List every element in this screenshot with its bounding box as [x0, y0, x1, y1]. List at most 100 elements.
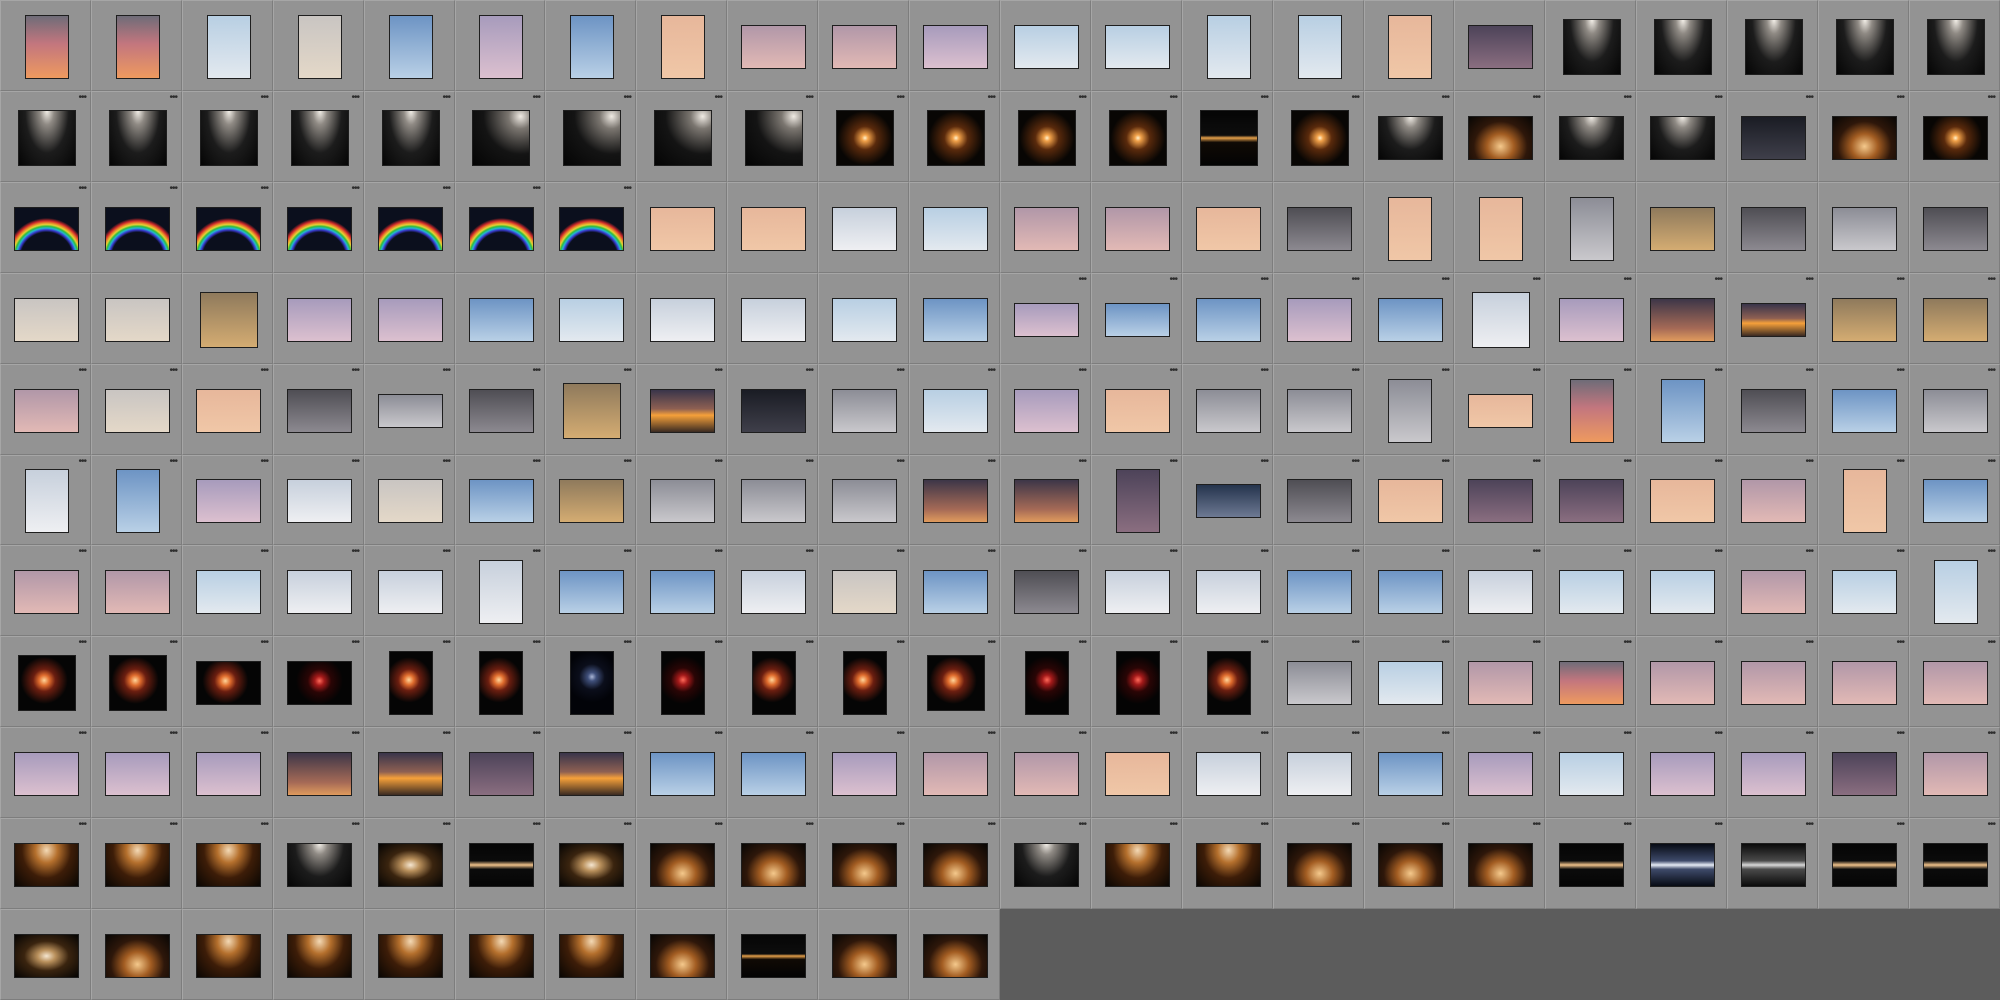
thumbnail-cell[interactable]: •••: [0, 91, 91, 182]
more-options-icon[interactable]: •••: [623, 638, 631, 648]
thumbnail-image[interactable]: [1923, 479, 1988, 523]
more-options-icon[interactable]: •••: [1805, 638, 1813, 648]
thumbnail-image[interactable]: [287, 479, 352, 523]
thumbnail-image[interactable]: [14, 207, 79, 251]
thumbnail-cell[interactable]: •••: [545, 727, 636, 818]
thumbnail-cell[interactable]: •••: [1454, 636, 1545, 727]
thumbnail-cell[interactable]: •••: [1545, 636, 1636, 727]
thumbnail-cell[interactable]: •••: [1545, 91, 1636, 182]
thumbnail-cell[interactable]: •••: [1091, 91, 1182, 182]
thumbnail-image[interactable]: [1832, 570, 1897, 614]
thumbnail-image[interactable]: [469, 934, 534, 978]
thumbnail-image[interactable]: [650, 207, 715, 251]
thumbnail-cell[interactable]: [818, 273, 909, 364]
thumbnail-image[interactable]: [650, 934, 715, 978]
thumbnail-cell[interactable]: [1000, 0, 1091, 91]
thumbnail-image[interactable]: [1832, 116, 1897, 160]
thumbnail-image[interactable]: [1563, 19, 1621, 75]
thumbnail-cell[interactable]: •••: [1182, 636, 1273, 727]
thumbnail-cell[interactable]: •••: [545, 91, 636, 182]
thumbnail-image[interactable]: [196, 661, 261, 705]
thumbnail-cell[interactable]: •••: [273, 818, 364, 909]
thumbnail-image[interactable]: [654, 110, 712, 166]
more-options-icon[interactable]: •••: [1078, 547, 1086, 557]
thumbnail-cell[interactable]: •••: [1454, 273, 1545, 364]
thumbnail-image[interactable]: [14, 934, 79, 978]
thumbnail-image[interactable]: [109, 110, 167, 166]
more-options-icon[interactable]: •••: [442, 457, 450, 467]
more-options-icon[interactable]: •••: [1441, 366, 1449, 376]
thumbnail-cell[interactable]: •••: [1454, 91, 1545, 182]
thumbnail-image[interactable]: [1287, 570, 1352, 614]
more-options-icon[interactable]: •••: [169, 184, 177, 194]
more-options-icon[interactable]: •••: [78, 184, 86, 194]
thumbnail-cell[interactable]: •••: [636, 364, 727, 455]
thumbnail-image[interactable]: [1923, 207, 1988, 251]
more-options-icon[interactable]: •••: [1987, 93, 1995, 103]
thumbnail-image[interactable]: [1923, 116, 1988, 160]
thumbnail-image[interactable]: [1468, 843, 1533, 887]
thumbnail-image[interactable]: [389, 15, 433, 79]
thumbnail-cell[interactable]: •••: [1727, 364, 1818, 455]
more-options-icon[interactable]: •••: [623, 547, 631, 557]
more-options-icon[interactable]: •••: [1532, 547, 1540, 557]
thumbnail-cell[interactable]: [1454, 182, 1545, 273]
thumbnail-image[interactable]: [1559, 298, 1624, 342]
thumbnail-cell[interactable]: •••: [1000, 455, 1091, 545]
thumbnail-image[interactable]: [200, 110, 258, 166]
more-options-icon[interactable]: •••: [260, 457, 268, 467]
more-options-icon[interactable]: •••: [1169, 275, 1177, 285]
thumbnail-cell[interactable]: •••: [364, 727, 455, 818]
thumbnail-cell[interactable]: [1364, 0, 1454, 91]
more-options-icon[interactable]: •••: [623, 93, 631, 103]
thumbnail-cell[interactable]: •••: [455, 727, 545, 818]
thumbnail-cell[interactable]: •••: [182, 91, 273, 182]
more-options-icon[interactable]: •••: [78, 638, 86, 648]
thumbnail-cell[interactable]: •••: [727, 636, 818, 727]
thumbnail-cell[interactable]: •••: [1818, 727, 1909, 818]
more-options-icon[interactable]: •••: [987, 820, 995, 830]
thumbnail-image[interactable]: [472, 110, 530, 166]
thumbnail-cell[interactable]: [455, 0, 545, 91]
thumbnail-cell[interactable]: •••: [1000, 91, 1091, 182]
thumbnail-cell[interactable]: [636, 909, 727, 1000]
more-options-icon[interactable]: •••: [532, 820, 540, 830]
thumbnail-image[interactable]: [1741, 207, 1806, 251]
thumbnail-cell[interactable]: •••: [1909, 364, 2000, 455]
thumbnail-image[interactable]: [741, 934, 806, 978]
thumbnail-image[interactable]: [25, 469, 69, 533]
thumbnail-cell[interactable]: •••: [1818, 636, 1909, 727]
thumbnail-image[interactable]: [18, 110, 76, 166]
more-options-icon[interactable]: •••: [1441, 93, 1449, 103]
thumbnail-cell[interactable]: [364, 0, 455, 91]
thumbnail-cell[interactable]: •••: [1545, 545, 1636, 636]
thumbnail-cell[interactable]: •••: [1636, 91, 1727, 182]
thumbnail-image[interactable]: [1105, 843, 1170, 887]
more-options-icon[interactable]: •••: [1169, 457, 1177, 467]
thumbnail-image[interactable]: [1923, 661, 1988, 705]
thumbnail-image[interactable]: [752, 651, 796, 715]
thumbnail-image[interactable]: [832, 298, 897, 342]
more-options-icon[interactable]: •••: [1351, 93, 1359, 103]
thumbnail-image[interactable]: [105, 298, 170, 342]
thumbnail-cell[interactable]: [1818, 0, 1909, 91]
thumbnail-cell[interactable]: [1091, 182, 1182, 273]
thumbnail-cell[interactable]: [1909, 182, 2000, 273]
thumbnail-cell[interactable]: •••: [1818, 545, 1909, 636]
more-options-icon[interactable]: •••: [1078, 820, 1086, 830]
more-options-icon[interactable]: •••: [987, 366, 995, 376]
more-options-icon[interactable]: •••: [1623, 93, 1631, 103]
more-options-icon[interactable]: •••: [896, 638, 904, 648]
thumbnail-image[interactable]: [1014, 207, 1079, 251]
more-options-icon[interactable]: •••: [1896, 638, 1904, 648]
thumbnail-image[interactable]: [196, 934, 261, 978]
thumbnail-cell[interactable]: •••: [1182, 91, 1273, 182]
thumbnail-cell[interactable]: •••: [455, 364, 545, 455]
thumbnail-cell[interactable]: •••: [0, 727, 91, 818]
more-options-icon[interactable]: •••: [1987, 638, 1995, 648]
more-options-icon[interactable]: •••: [169, 93, 177, 103]
thumbnail-image[interactable]: [1559, 843, 1624, 887]
thumbnail-cell[interactable]: •••: [1364, 545, 1454, 636]
thumbnail-cell[interactable]: [1727, 0, 1818, 91]
thumbnail-cell[interactable]: •••: [545, 182, 636, 273]
